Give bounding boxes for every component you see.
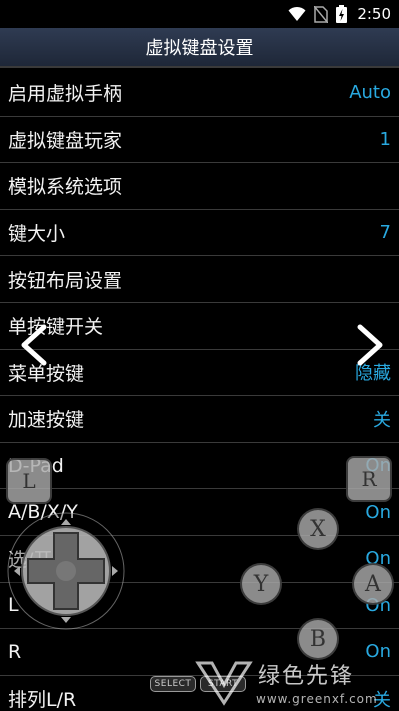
- r-button-label: R: [361, 467, 377, 491]
- no-sim-icon: [314, 5, 329, 23]
- setting-value: 关: [373, 409, 391, 431]
- r-shoulder-button[interactable]: R: [346, 456, 392, 502]
- status-icons: 2:50: [288, 5, 391, 23]
- title-bar: 虚拟键盘设置: [0, 28, 399, 68]
- wifi-icon: [288, 6, 306, 21]
- setting-label: 排列L/R: [8, 689, 77, 711]
- setting-label: 加速按键: [8, 409, 85, 432]
- setting-label: 键大小: [8, 223, 66, 246]
- setting-menu-key[interactable]: 菜单按键 隐藏: [0, 350, 399, 397]
- a-button-label: A: [365, 571, 381, 597]
- setting-label: 虚拟键盘玩家: [8, 129, 123, 152]
- b-button[interactable]: B: [297, 618, 339, 660]
- setting-key-size[interactable]: 键大小 7: [0, 210, 399, 257]
- b-button-label: B: [309, 626, 327, 652]
- setting-label: 按钮布局设置: [8, 269, 123, 292]
- y-button[interactable]: Y: [240, 563, 282, 605]
- watermark-text: 绿色先锋: [258, 664, 355, 689]
- x-button[interactable]: X: [297, 508, 339, 550]
- setting-emulated-system[interactable]: 模拟系统选项: [0, 163, 399, 210]
- status-time: 2:50: [357, 5, 391, 23]
- l-shoulder-button[interactable]: L: [6, 458, 52, 504]
- setting-button-layout[interactable]: 按钮布局设置: [0, 256, 399, 303]
- setting-value: 1: [379, 128, 391, 150]
- a-button[interactable]: A: [352, 563, 394, 605]
- l-button-label: L: [22, 469, 36, 493]
- setting-value: On: [365, 501, 391, 523]
- setting-keyboard-player[interactable]: 虚拟键盘玩家 1: [0, 117, 399, 164]
- setting-enable-gamepad[interactable]: 启用虚拟手柄 Auto: [0, 70, 399, 117]
- setting-value: 7: [379, 222, 391, 244]
- setting-single-key-toggle[interactable]: 单按键开关: [0, 303, 399, 350]
- previous-page-arrow-icon[interactable]: [14, 323, 54, 367]
- status-bar: 2:50: [0, 0, 399, 28]
- setting-dpad[interactable]: D-Pad On: [0, 443, 399, 490]
- y-button-label: Y: [253, 571, 269, 597]
- setting-label: R: [8, 640, 22, 663]
- battery-icon: [336, 5, 348, 23]
- setting-value: Auto: [349, 82, 391, 104]
- x-button-label: X: [310, 516, 326, 542]
- setting-label: 启用虚拟手柄: [8, 83, 123, 106]
- setting-turbo-key[interactable]: 加速按键 关: [0, 396, 399, 443]
- dpad-icon[interactable]: [4, 505, 128, 635]
- setting-label: 模拟系统选项: [8, 176, 123, 199]
- page-title: 虚拟键盘设置: [145, 38, 254, 59]
- next-page-arrow-icon[interactable]: [350, 323, 390, 367]
- watermark-url: www.greenxf.com: [256, 692, 378, 706]
